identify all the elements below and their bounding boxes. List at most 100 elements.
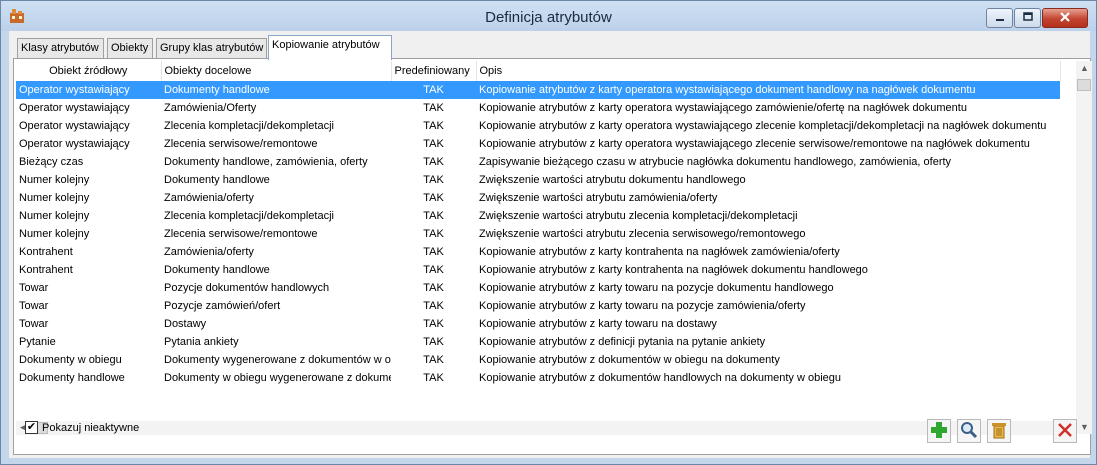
- column-header-opis[interactable]: Opis: [476, 61, 1061, 81]
- cell-obiekty-docelowe: Dokumenty handlowe: [161, 81, 391, 99]
- cell-obiekt-zrodlowy: Numer kolejny: [19, 174, 90, 186]
- maximize-icon: [1022, 11, 1033, 25]
- table-header: Obiekt źródłowy Obiekty docelowe Predefi…: [16, 61, 1061, 81]
- vertical-scrollbar[interactable]: ▲ ▼: [1076, 61, 1092, 434]
- cell-predefiniowany: TAK: [423, 192, 444, 204]
- cell-predefiniowany: TAK: [423, 336, 444, 348]
- table-row[interactable]: Bieżący czas Dokumenty handlowe, zamówien…: [16, 153, 1060, 171]
- table-row[interactable]: Kontrahent Zamówienia/oferty TAK Kopiowanie…: [16, 243, 1060, 261]
- cell-opis: Zapisywanie bieżącego czasu w atrybucie …: [479, 156, 952, 168]
- cell-predefiniowany: TAK: [423, 354, 444, 366]
- cell-opis: Kopiowanie atrybutów z karty towaru na d…: [479, 318, 717, 330]
- cell-predefiniowany: TAK: [423, 174, 444, 186]
- cell-predefiniowany: TAK: [423, 246, 444, 258]
- cell-obiekt-zrodlowy: Dokumenty handlowe: [19, 372, 125, 384]
- cell-obiekty-docelowe: Pytania ankiety: [164, 336, 239, 348]
- delete-button[interactable]: [987, 419, 1011, 443]
- title-bar[interactable]: Definicja atrybutów: [1, 1, 1096, 31]
- cell-obiekty-docelowe: Zlecenia serwisowe/remontowe: [164, 138, 318, 150]
- cell-predefiniowany: TAK: [423, 264, 444, 276]
- table-row[interactable]: Operator wystawiający Zlecenia serwisowe/…: [16, 135, 1060, 153]
- table-row[interactable]: Numer kolejny Dokumenty handlowe TAK Zwięks…: [16, 171, 1060, 189]
- close-button[interactable]: [1053, 419, 1077, 443]
- window-title: Definicja atrybutów: [485, 9, 612, 26]
- cell-opis: Kopiowanie atrybutów z karty towaru na p…: [479, 282, 834, 294]
- cell-predefiniowany: TAK: [423, 156, 444, 168]
- cell-obiekt-zrodlowy: Operator wystawiający: [19, 102, 130, 114]
- cell-obiekt-zrodlowy: Towar: [19, 318, 49, 330]
- main-window: Definicja atrybutów Klasy atrybutów Obie…: [0, 0, 1097, 465]
- table-row[interactable]: Operator wystawiający Zlecenia kompletacj…: [16, 117, 1060, 135]
- tab-grupy-klas-atrybutow[interactable]: Grupy klas atrybutów: [156, 38, 267, 59]
- column-header-predefiniowany[interactable]: Predefiniowany: [391, 61, 477, 81]
- add-button[interactable]: [927, 419, 951, 443]
- cell-obiekty-docelowe: Zamówienia/oferty: [164, 192, 254, 204]
- table-row[interactable]: Kontrahent Dokumenty handlowe TAK Kopiowani…: [16, 261, 1060, 279]
- cell-opis: Kopiowanie atrybutów z definicji pytania…: [479, 336, 766, 348]
- table-row[interactable]: Numer kolejny Zlecenia serwisowe/remontow…: [16, 225, 1060, 243]
- cell-obiekt-zrodlowy: Towar: [19, 282, 49, 294]
- cell-obiekt-zrodlowy: Operator wystawiający: [16, 81, 161, 99]
- show-inactive-checkbox[interactable]: ✔: [25, 421, 38, 434]
- cell-obiekty-docelowe: Zamówienia/oferty: [164, 246, 254, 258]
- cell-obiekt-zrodlowy: Pytanie: [19, 336, 56, 348]
- cell-predefiniowany: TAK: [423, 300, 444, 312]
- table-row[interactable]: Towar Pozycje dokumentów handlowych TAK Kop…: [16, 279, 1060, 297]
- cell-obiekt-zrodlowy: Kontrahent: [19, 264, 73, 276]
- cell-opis: Kopiowanie atrybutów z karty kontrahenta…: [479, 246, 840, 258]
- cell-obiekty-docelowe: Zlecenia kompletacji/dekompletacji: [164, 210, 334, 222]
- cell-opis: Kopiowanie atrybutów z karty operatora w…: [479, 102, 967, 114]
- cell-opis: Kopiowanie atrybutów z karty kontrahenta…: [479, 264, 868, 276]
- table-row[interactable]: Operator wystawiający Dokumenty handlowe T…: [16, 81, 1060, 99]
- cell-opis: Zwiększenie wartości atrybutu zamówienia…: [479, 192, 718, 204]
- cell-obiekty-docelowe: Dokumenty w obiegu wygenerowane z dokume…: [164, 372, 391, 384]
- cell-obiekt-zrodlowy: Towar: [19, 300, 49, 312]
- cell-obiekty-docelowe: Dokumenty handlowe: [164, 174, 270, 186]
- scroll-down-icon[interactable]: ▼: [1080, 422, 1089, 432]
- table-row[interactable]: Pytanie Pytania ankiety TAK Kopiowanie atry…: [16, 333, 1060, 351]
- cell-predefiniowany: TAK: [423, 318, 444, 330]
- cell-predefiniowany: TAK: [423, 282, 444, 294]
- search-button[interactable]: [957, 419, 981, 443]
- cell-obiekty-docelowe: Dostawy: [164, 318, 207, 330]
- column-header-obiekty-docelowe[interactable]: Obiekty docelowe: [161, 61, 392, 81]
- tab-panel: Obiekt źródłowy Obiekty docelowe Predefi…: [13, 58, 1092, 455]
- window-close-button[interactable]: [1042, 8, 1088, 28]
- cell-obiekt-zrodlowy: Operator wystawiający: [19, 120, 130, 132]
- cell-obiekty-docelowe: Zamówienia/Oferty: [164, 102, 257, 114]
- search-icon: [960, 421, 978, 442]
- table-row[interactable]: Towar Pozycje zamówień/ofert TAK Kopiowanie…: [16, 297, 1060, 315]
- tab-kopiowanie-atrybutow[interactable]: Kopiowanie atrybutów: [268, 35, 392, 60]
- table-row[interactable]: Dokumenty w obiegu Dokumenty wygenerowane…: [16, 351, 1060, 369]
- cell-obiekt-zrodlowy: Kontrahent: [19, 246, 73, 258]
- table-row[interactable]: Numer kolejny Zamówienia/oferty TAK Zwiększ…: [16, 189, 1060, 207]
- show-inactive-label: Pokazuj nieaktywne: [42, 421, 140, 434]
- delete-icon: [990, 421, 1008, 442]
- table-row[interactable]: Dokumenty handlowe Dokumenty w obiegu wyg…: [16, 369, 1060, 387]
- close-icon: [1059, 11, 1071, 26]
- column-header-obiekt-zrodlowy[interactable]: Obiekt źródłowy: [16, 61, 162, 81]
- cell-opis: Kopiowanie atrybutów z karty towaru na p…: [479, 300, 806, 312]
- minimize-button[interactable]: [986, 8, 1013, 28]
- cell-obiekty-docelowe: Zlecenia kompletacji/dekompletacji: [164, 120, 334, 132]
- table-row[interactable]: Operator wystawiający Zamówienia/Oferty TA…: [16, 99, 1060, 117]
- cell-predefiniowany: TAK: [423, 102, 444, 114]
- cell-opis: Zwiększenie wartości atrybutu zlecenia k…: [479, 210, 798, 222]
- scroll-up-icon[interactable]: ▲: [1080, 63, 1089, 73]
- cell-obiekt-zrodlowy: Bieżący czas: [19, 156, 84, 168]
- cell-opis: Kopiowanie atrybutów z karty operatora w…: [476, 81, 1060, 99]
- vertical-scroll-thumb[interactable]: [1077, 79, 1091, 91]
- tab-obiekty[interactable]: Obiekty: [107, 38, 153, 59]
- cell-obiekty-docelowe: Dokumenty wygenerowane z dokumentów w ob…: [164, 354, 391, 366]
- tab-klasy-atrybutow[interactable]: Klasy atrybutów: [17, 38, 104, 59]
- table-row[interactable]: Towar Dostawy TAK Kopiowanie atrybutów z ka…: [16, 315, 1060, 333]
- cell-opis: Kopiowanie atrybutów z karty operatora w…: [479, 138, 1030, 150]
- cell-obiekt-zrodlowy: Numer kolejny: [19, 192, 90, 204]
- cell-obiekty-docelowe: Dokumenty handlowe: [164, 264, 270, 276]
- cell-obiekt-zrodlowy: Operator wystawiający: [19, 138, 130, 150]
- cell-obiekt-zrodlowy: Numer kolejny: [19, 228, 90, 240]
- horizontal-scrollbar[interactable]: ◀ ▶: [16, 421, 1076, 435]
- maximize-button[interactable]: [1014, 8, 1041, 28]
- show-inactive-checkbox-row[interactable]: ✔ Pokazuj nieaktywne: [25, 421, 139, 434]
- table-row[interactable]: Numer kolejny Zlecenia kompletacji/dekomp…: [16, 207, 1060, 225]
